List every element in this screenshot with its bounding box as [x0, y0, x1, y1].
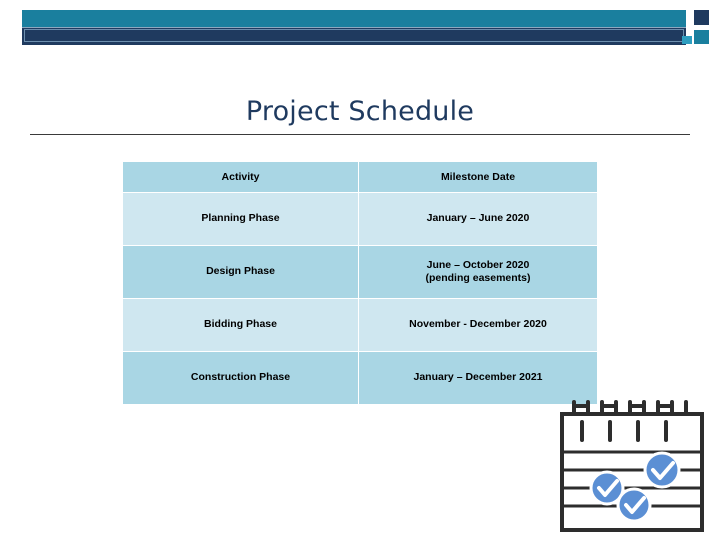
cell-activity: Bidding Phase: [122, 298, 359, 352]
cell-activity: Design Phase: [122, 245, 359, 299]
cell-activity: Planning Phase: [122, 192, 359, 246]
table-row: Design Phase June – October 2020 (pending…: [122, 245, 598, 299]
title-divider: [30, 134, 690, 135]
cell-activity: Construction Phase: [122, 351, 359, 405]
calendar-checkmarks-icon: [556, 400, 708, 534]
table-row: Construction Phase January – December 20…: [122, 351, 598, 405]
cell-milestone: June – October 2020 (pending easements): [358, 245, 598, 299]
column-header-activity: Activity: [122, 161, 359, 193]
banner-square-navy: [694, 10, 709, 25]
column-header-milestone-date: Milestone Date: [358, 161, 598, 193]
banner-square-small-teal: [682, 36, 692, 44]
banner-navy-inner-line: [24, 29, 684, 42]
cell-milestone: January – December 2021: [358, 351, 598, 405]
table-header-row: Activity Milestone Date: [122, 161, 598, 193]
banner-square-teal: [694, 30, 709, 44]
table-row: Bidding Phase November - December 2020: [122, 298, 598, 352]
table-row: Planning Phase January – June 2020: [122, 192, 598, 246]
banner-teal-bar: [22, 10, 686, 27]
page-title: Project Schedule: [245, 96, 475, 127]
project-schedule-table: Activity Milestone Date Planning Phase J…: [122, 161, 598, 405]
cell-milestone: November - December 2020: [358, 298, 598, 352]
cell-milestone: January – June 2020: [358, 192, 598, 246]
decorative-top-banner: [22, 10, 710, 45]
